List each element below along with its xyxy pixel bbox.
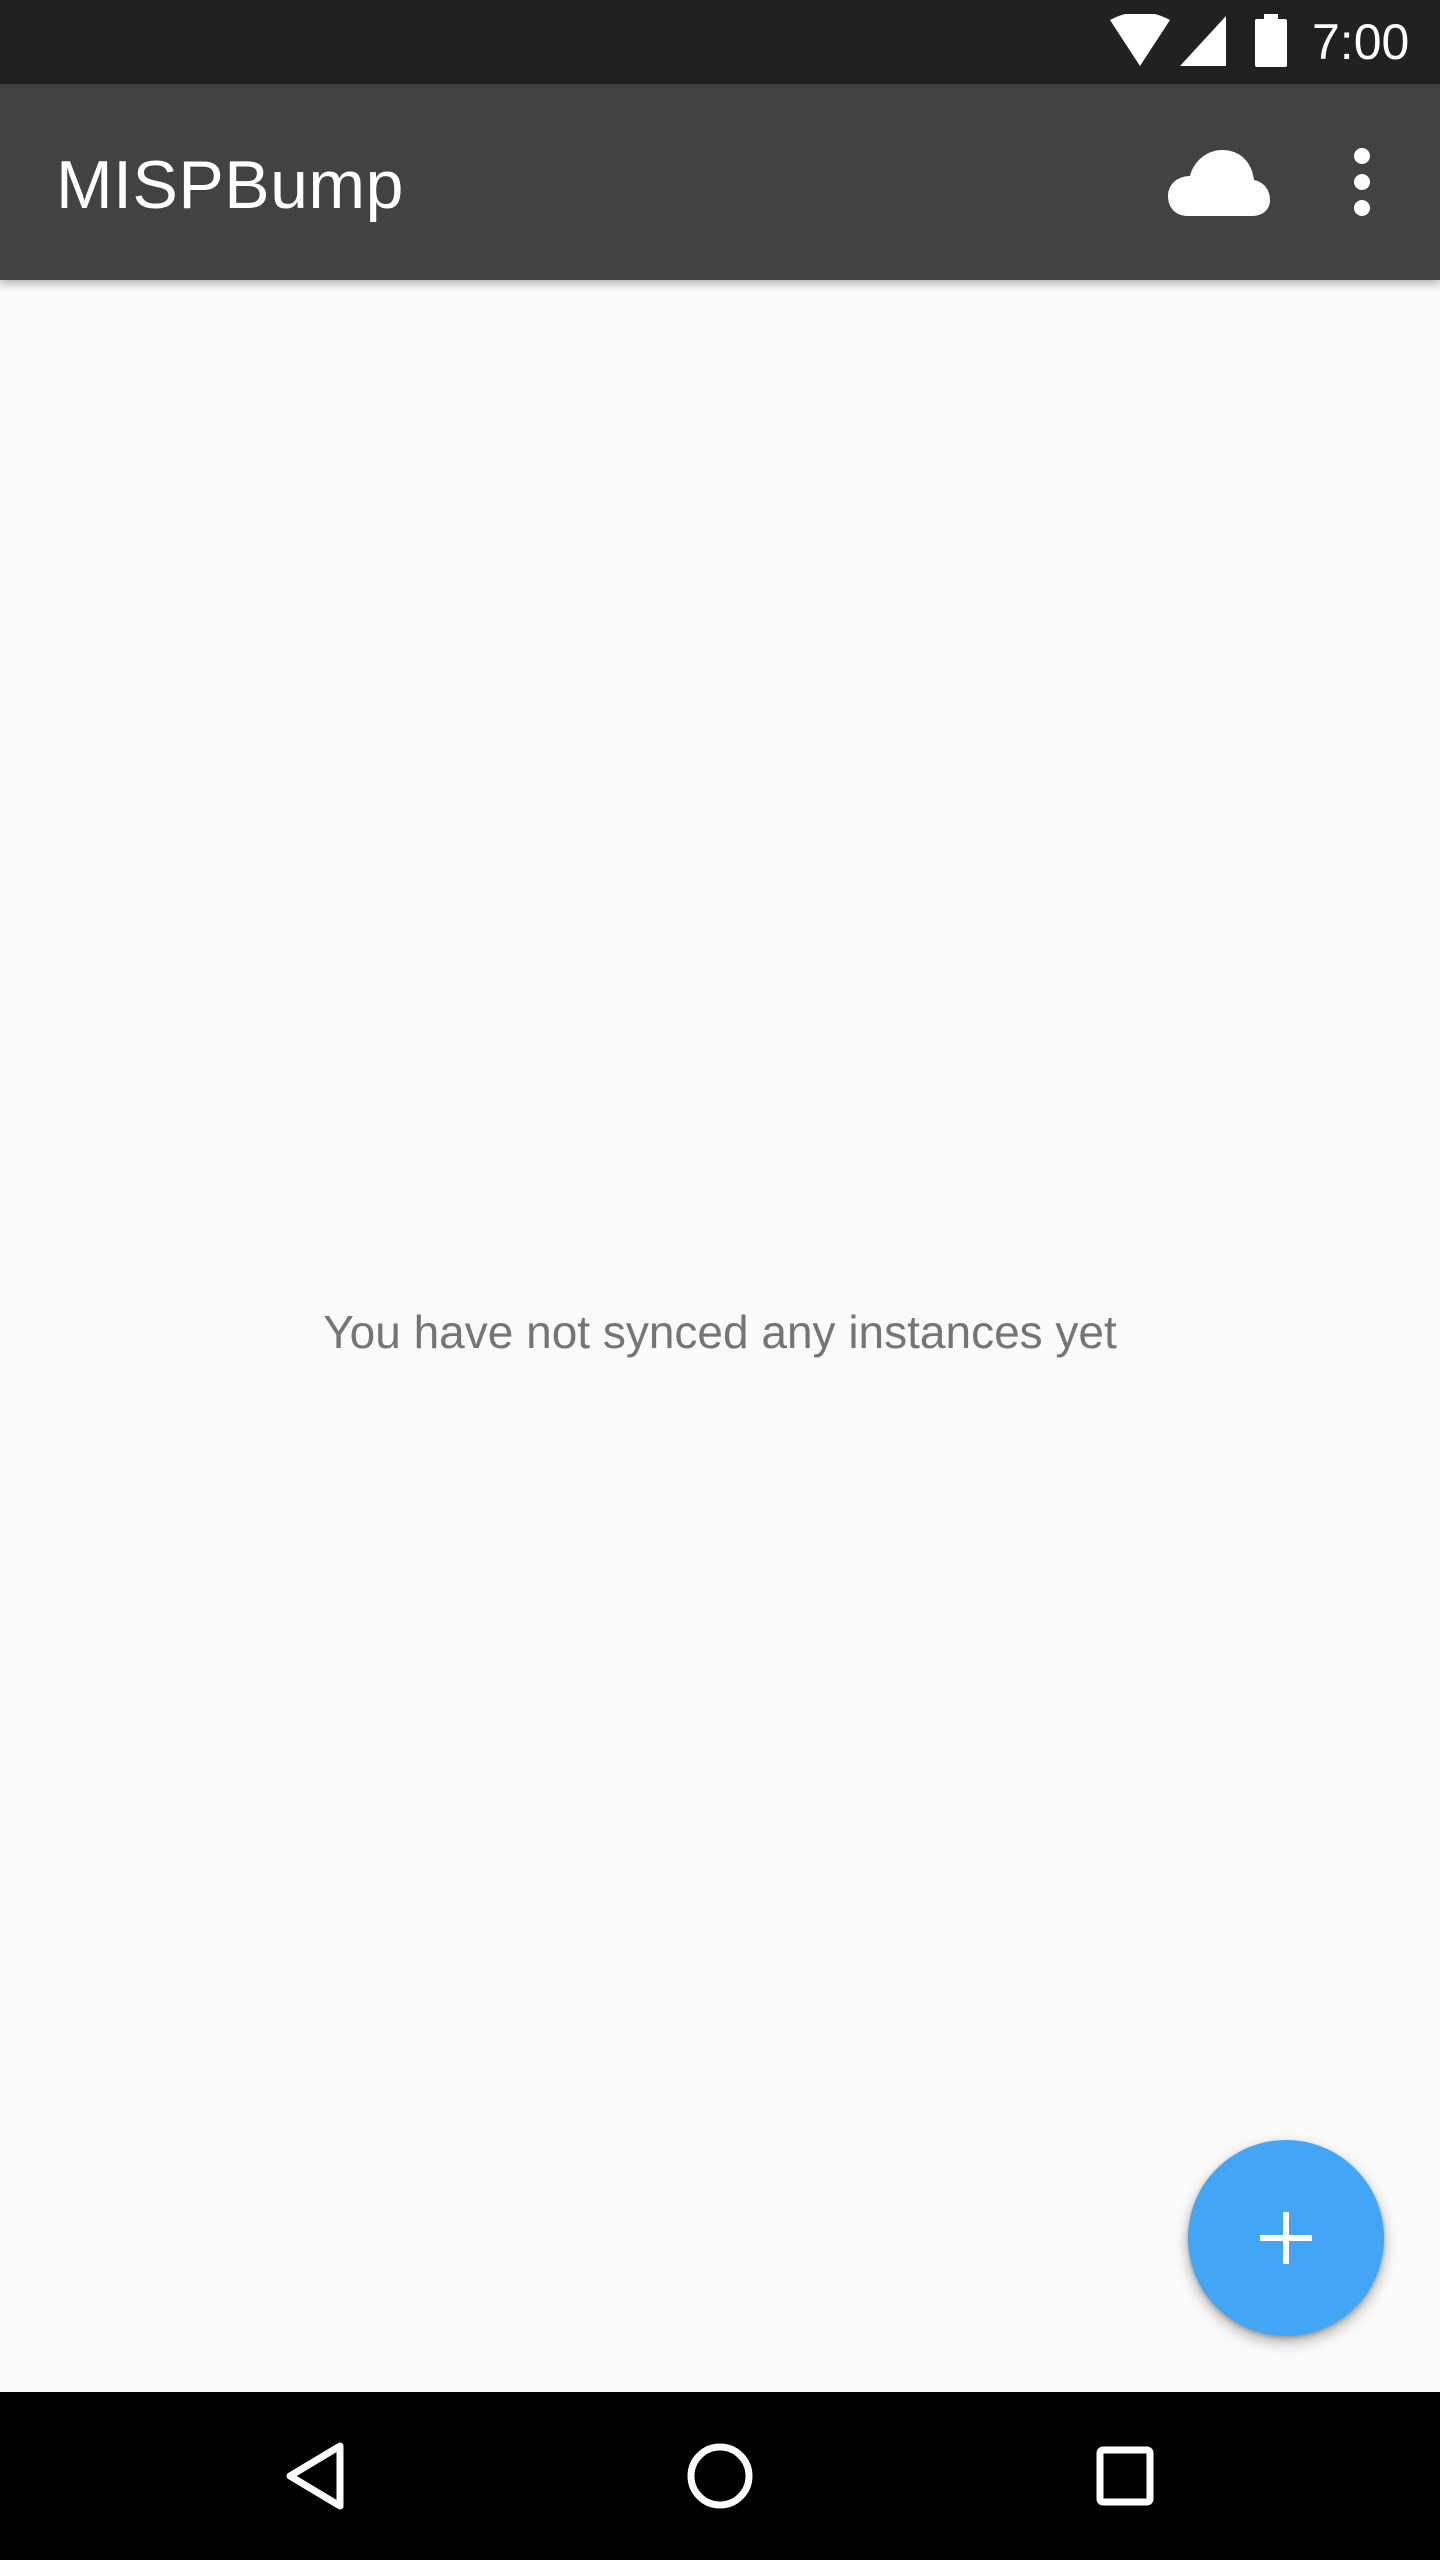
nav-back-button[interactable] — [266, 2426, 366, 2526]
nav-recents-button[interactable] — [1074, 2426, 1174, 2526]
status-time: 7:00 — [1312, 14, 1410, 70]
plus-icon — [1260, 2212, 1312, 2264]
app-title: MISPBump — [56, 147, 404, 223]
battery-icon — [1255, 14, 1287, 67]
app-bar: MISPBump — [0, 84, 1440, 280]
main-content: You have not synced any instances yet — [0, 280, 1440, 2392]
add-instance-fab[interactable] — [1188, 2140, 1384, 2336]
cloud-icon — [1168, 150, 1270, 216]
navigation-bar — [0, 2392, 1440, 2560]
recents-icon — [1096, 2446, 1154, 2506]
overflow-menu-button[interactable] — [1330, 140, 1394, 224]
more-vert-icon — [1354, 148, 1370, 216]
wifi-icon — [1110, 14, 1170, 66]
cell-signal-icon — [1180, 16, 1226, 66]
nav-home-button[interactable] — [670, 2426, 770, 2526]
screen: 7:00 MISPBump You have not synced any in… — [0, 0, 1440, 2560]
empty-state-message: You have not synced any instances yet — [323, 1306, 1117, 1358]
status-bar: 7:00 — [0, 0, 1440, 84]
back-icon — [286, 2442, 344, 2510]
sync-cloud-button[interactable] — [1166, 146, 1270, 218]
home-icon — [687, 2443, 753, 2509]
